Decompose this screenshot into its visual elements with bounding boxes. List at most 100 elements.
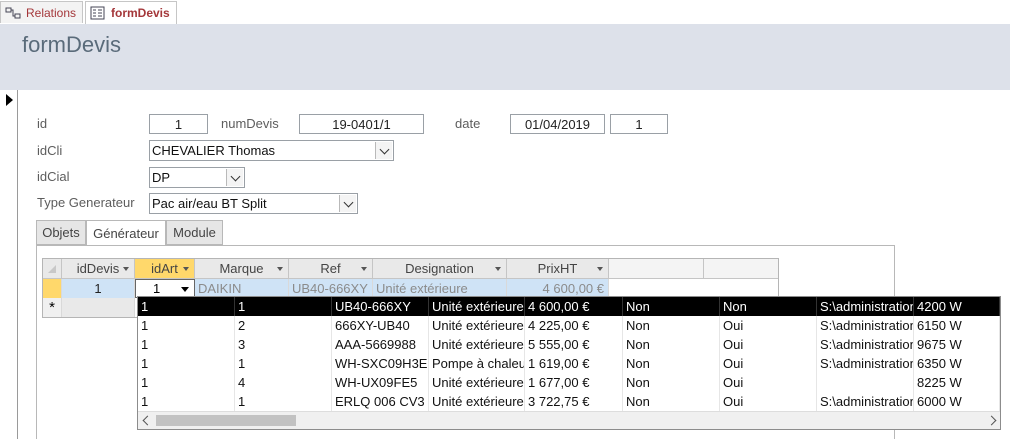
list-item[interactable]: 1 1 WH-SXC09H3E5 Pompe à chaleur 1 619,00 € N… — [138, 354, 1000, 373]
cell-iddevis[interactable]: 1 — [62, 279, 135, 298]
list-cell-col-oui: Oui — [720, 373, 817, 392]
tab-generateur[interactable]: Générateur — [86, 220, 166, 246]
col-header-label: Marque — [219, 261, 264, 276]
idcli-label: idCli — [37, 143, 63, 158]
date-field[interactable]: 01/04/2019 — [510, 114, 605, 134]
col-header-marque[interactable]: Marque — [195, 259, 289, 279]
list-cell-puissance: 6000 W — [914, 392, 1000, 411]
tab-module[interactable]: Module — [166, 220, 223, 245]
id-field[interactable]: 1 — [149, 114, 208, 134]
list-cell-col-oui: Oui — [720, 335, 817, 354]
idart-dropdown-list[interactable]: 1 1 UB40-666XY Unité extérieure 4 600,00 € No… — [137, 296, 1001, 430]
list-cell-path: S:\administration — [817, 335, 914, 354]
tab-relations[interactable]: Relations — [0, 1, 83, 23]
list-cell-iddevis: 1 — [138, 316, 235, 335]
list-item[interactable]: 1 3 AAA-5669988 Unité extérieure 5 555,00 € N… — [138, 335, 1000, 354]
typegen-combo[interactable]: Pac air/eau BT Split — [149, 193, 358, 214]
horizontal-scrollbar[interactable] — [138, 411, 1000, 429]
list-cell-path — [817, 373, 914, 392]
idcial-combo[interactable]: DP — [149, 167, 245, 188]
col-header-prixht[interactable]: PrixHT — [507, 259, 609, 279]
list-cell-ref: AAA-5669988 — [332, 335, 429, 354]
scrollbar-thumb[interactable] — [156, 415, 296, 426]
col-header-iddevis[interactable]: idDevis — [62, 259, 135, 279]
list-cell-iddevis: 1 — [138, 392, 235, 411]
select-all-icon — [48, 264, 56, 273]
document-tab-bar: Relations formDevis — [0, 0, 1010, 25]
col-header-designation[interactable]: Designation — [373, 259, 507, 279]
list-cell-iddevis: 1 — [138, 354, 235, 373]
idcial-value: DP — [152, 170, 171, 185]
col-header-label: Designation — [405, 261, 474, 276]
list-cell-idart: 3 — [235, 335, 332, 354]
list-cell-ref: WH-UX09FE5 — [332, 373, 429, 392]
chevron-down-icon — [181, 286, 189, 292]
current-record-arrow-icon — [6, 94, 13, 106]
date-label: date — [455, 116, 481, 131]
list-cell-puissance: 6150 W — [914, 316, 1000, 335]
list-cell-path: S:\administration — [817, 392, 914, 411]
list-cell-ref: 666XY-UB40 — [332, 316, 429, 335]
chevron-down-icon — [379, 144, 389, 154]
select-all-corner[interactable] — [43, 259, 62, 279]
idcli-dropdown-button[interactable] — [375, 142, 392, 159]
list-item[interactable]: 1 2 666XY-UB40 Unité extérieure 4 225,00 € No… — [138, 316, 1000, 335]
list-cell-prix: 5 555,00 € — [525, 335, 623, 354]
new-cell-iddevis[interactable] — [62, 298, 135, 317]
list-cell-col-oui: Non — [720, 297, 817, 316]
list-cell-iddevis: 1 — [138, 297, 235, 316]
list-cell-iddevis: 1 — [138, 335, 235, 354]
col-header-empty — [704, 259, 778, 279]
list-cell-puissance: 6350 W — [914, 354, 1000, 373]
col-header-label: PrixHT — [537, 261, 578, 276]
list-cell-col-non1: Non — [623, 373, 720, 392]
tab-formdevis[interactable]: formDevis — [85, 1, 177, 25]
list-cell-prix: 3 722,75 € — [525, 392, 623, 411]
record-selector[interactable] — [0, 90, 18, 439]
form-title: formDevis — [22, 32, 122, 57]
list-cell-idart: 1 — [235, 354, 332, 373]
list-cell-prix: 4 225,00 € — [525, 316, 623, 335]
row-selector[interactable] — [43, 279, 62, 298]
sort-arrow-icon — [495, 267, 501, 271]
list-cell-ref: WH-SXC09H3E5 — [332, 354, 429, 373]
idart-dropdown-button[interactable] — [178, 282, 192, 296]
list-item[interactable]: 1 1 UB40-666XY Unité extérieure 4 600,00 € No… — [138, 297, 1000, 316]
new-record-icon: * — [43, 298, 62, 317]
idcli-combo[interactable]: CHEVALIER Thomas — [149, 140, 394, 161]
chevron-down-icon — [343, 197, 353, 207]
list-item[interactable]: 1 4 WH-UX09FE5 Unité extérieure 1 677,00 € No… — [138, 373, 1000, 392]
list-cell-idart: 1 — [235, 297, 332, 316]
list-cell-col-non1: Non — [623, 335, 720, 354]
col-header-idart[interactable]: idArt — [135, 259, 195, 279]
scroll-right-icon[interactable] — [986, 415, 997, 426]
list-cell-designation: Unité extérieure — [429, 316, 525, 335]
list-cell-designation: Unité extérieure — [429, 392, 525, 411]
list-cell-iddevis: 1 — [138, 373, 235, 392]
list-cell-col-non1: Non — [623, 297, 720, 316]
list-cell-col-oui: Oui — [720, 392, 817, 411]
typegen-label: Type Generateur — [37, 195, 135, 210]
list-cell-prix: 4 600,00 € — [525, 297, 623, 316]
tab-relations-label: Relations — [26, 5, 77, 20]
list-item[interactable]: 1 1 ERLQ 006 CV3 Unité extérieure 3 722,75 €… — [138, 392, 1000, 411]
tab-objets[interactable]: Objets — [36, 220, 86, 245]
numdevis-field[interactable]: 19-0401/1 — [299, 114, 424, 134]
scroll-left-icon[interactable] — [142, 415, 153, 426]
col-header-ref[interactable]: Ref — [289, 259, 373, 279]
list-cell-prix: 1 619,00 € — [525, 354, 623, 373]
extra-number-field[interactable]: 1 — [610, 114, 668, 134]
typegen-dropdown-button[interactable] — [339, 195, 356, 212]
list-cell-idart: 2 — [235, 316, 332, 335]
relations-icon — [5, 6, 21, 20]
list-cell-col-oui: Oui — [720, 354, 817, 373]
list-cell-col-non1: Non — [623, 354, 720, 373]
list-cell-designation: Unité extérieure — [429, 297, 525, 316]
sort-arrow-icon — [361, 267, 367, 271]
col-header-label: idArt — [151, 261, 178, 276]
list-cell-col-oui: Oui — [720, 316, 817, 335]
chevron-down-icon — [230, 171, 240, 181]
idcial-dropdown-button[interactable] — [226, 169, 243, 186]
tab-formdevis-label: formDevis — [111, 6, 170, 20]
list-cell-prix: 1 677,00 € — [525, 373, 623, 392]
